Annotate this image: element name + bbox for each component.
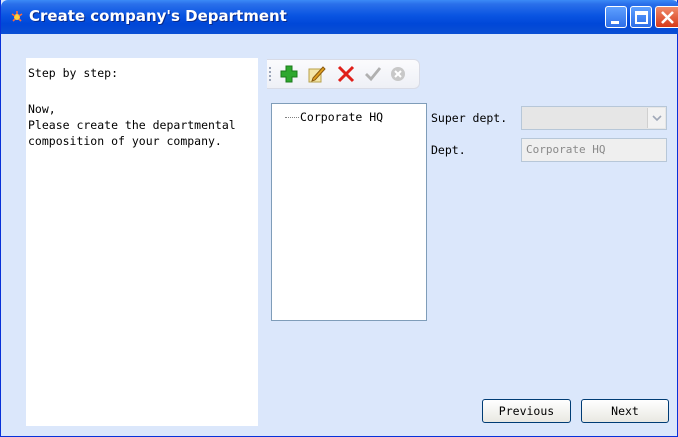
minimize-button[interactable] — [605, 6, 627, 28]
next-button[interactable]: Next — [581, 399, 669, 423]
delete-icon[interactable] — [336, 64, 356, 84]
toolbar-grip — [269, 67, 271, 83]
tree-connector — [285, 117, 299, 118]
tree-toolbar — [267, 59, 420, 89]
edit-icon[interactable] — [307, 64, 327, 84]
dept-field[interactable]: Corporate HQ — [521, 138, 667, 162]
maximize-button[interactable] — [630, 6, 652, 28]
super-dept-select[interactable] — [521, 106, 667, 130]
instructions-line: composition of your company. — [28, 134, 222, 148]
cancel-icon[interactable] — [388, 64, 408, 84]
instructions-line: Now, — [28, 102, 56, 116]
close-button[interactable] — [655, 6, 678, 28]
super-dept-label: Super dept. — [431, 111, 508, 125]
previous-button[interactable]: Previous — [482, 399, 571, 423]
title-bar[interactable]: Create company's Department — [1, 0, 678, 34]
add-icon[interactable] — [279, 64, 299, 84]
confirm-icon[interactable] — [363, 64, 383, 84]
app-icon — [9, 9, 25, 25]
chevron-down-icon[interactable] — [647, 108, 665, 128]
department-tree[interactable]: Corporate HQ — [271, 103, 427, 321]
instructions-line: Please create the departmental — [28, 118, 236, 132]
instructions-panel: Step by step: Now, Please create the dep… — [26, 58, 258, 426]
dialog-window: Create company's Department Step by step… — [0, 0, 678, 437]
tree-node-corporate-hq[interactable]: Corporate HQ — [300, 110, 383, 124]
window-title: Create company's Department — [29, 7, 287, 25]
dept-label: Dept. — [431, 143, 466, 157]
instructions-heading: Step by step: — [28, 66, 119, 80]
